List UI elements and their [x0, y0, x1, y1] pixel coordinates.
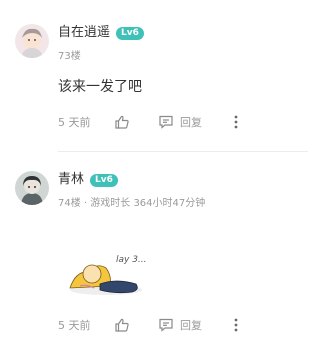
comment-item: 自在逍遥 Lv6 73楼 该来一发了吧 5 天前 回复 — [0, 0, 285, 151]
more-vertical-icon[interactable] — [228, 316, 244, 334]
floor-number: 73楼 — [58, 51, 81, 62]
avatar[interactable] — [15, 171, 49, 205]
thumbs-up-icon[interactable] — [114, 317, 130, 333]
username[interactable]: 自在逍遥 — [58, 24, 110, 42]
comment-item: 青林 Lv6 74楼 · 游戏时长 364小时47分钟 lay 3... 5 天… — [0, 152, 285, 356]
avatar[interactable] — [15, 24, 49, 58]
reply-button[interactable]: 回复 — [158, 317, 202, 333]
thumbs-up-icon[interactable] — [114, 114, 130, 130]
comment-actions: 5 天前 回复 — [58, 316, 245, 334]
username[interactable]: 青林 — [58, 171, 84, 189]
sticker-text: lay 3... — [116, 255, 146, 265]
reply-label: 回复 — [180, 116, 202, 129]
comment-icon — [158, 114, 174, 130]
level-badge: Lv6 — [116, 26, 144, 40]
sticker-image: lay 3... — [66, 240, 147, 298]
comment-text: 该来一发了吧 — [58, 79, 142, 95]
timestamp: 5 天前 — [58, 116, 91, 129]
timestamp: 5 天前 — [58, 319, 91, 332]
comment-icon — [158, 317, 174, 333]
reply-button[interactable]: 回复 — [158, 114, 202, 130]
reply-label: 回复 — [180, 319, 202, 332]
level-badge: Lv6 — [90, 173, 118, 187]
floor-and-playtime: 74楼 · 游戏时长 364小时47分钟 — [58, 198, 206, 209]
comment-actions: 5 天前 回复 — [58, 113, 245, 131]
more-vertical-icon[interactable] — [228, 113, 244, 131]
